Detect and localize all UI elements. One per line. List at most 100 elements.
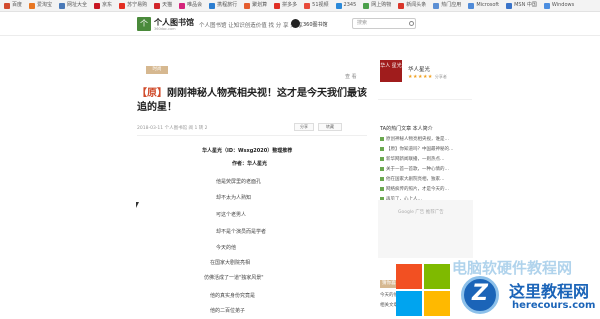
sidebar-article-link[interactable]: 网络疯传的照片，才是今天的… [380, 186, 449, 192]
sidebar-article-link[interactable]: 他在国家大剧院亮相，独家… [380, 176, 445, 182]
rating-stars: ★★★★★ 分享者 [408, 74, 447, 80]
author-avatar[interactable]: 华人 星光 [380, 60, 402, 82]
bookmark-item[interactable]: 51视频 [304, 2, 329, 9]
article-paragraph: 今天的他 [216, 245, 237, 251]
sidebar-article-link[interactable]: 原创神秘人物亮相央视，谁是… [380, 136, 449, 142]
bookmark-item[interactable]: 百度 [4, 2, 23, 9]
watermark-url: herecours.com [512, 300, 596, 311]
bookmark-item[interactable]: 新闻头条 [398, 2, 427, 9]
bookmark-label: 苏宁易购 [127, 2, 148, 8]
sidebar-list-heading: TA的热门文章 本人简介 [380, 126, 433, 132]
mouse-cursor-icon [136, 202, 139, 208]
bookmark-favicon-icon [433, 2, 440, 9]
sidebar-article-title: 他在国家大剧院亮相，独家… [386, 177, 445, 182]
bookmark-favicon-icon [59, 2, 66, 9]
bookmark-label: 唯品会 [187, 2, 203, 8]
bookmark-favicon-icon [244, 2, 251, 9]
bookmark-item[interactable]: 2345 [335, 2, 357, 9]
bookmark-label: 51视频 [312, 2, 329, 8]
bookmark-item[interactable]: 唯品会 [179, 2, 203, 9]
article-bullet-icon [380, 157, 384, 161]
article-paragraph: 他是荧屏里的老面孔 [216, 179, 262, 185]
bookmark-item[interactable]: 苏宁易购 [119, 2, 148, 9]
bookmark-favicon-icon [209, 2, 216, 9]
article-paragraph: 却不是个演员而是学者 [216, 229, 267, 235]
bookmark-item[interactable]: 网址大全 [59, 2, 87, 9]
search-input[interactable]: 搜索 [352, 18, 416, 29]
bookmark-label: 拼多多 [282, 2, 298, 8]
site-subtitle: 360doc.com [154, 27, 176, 31]
bookmark-favicon-icon [506, 2, 513, 9]
bookmark-item[interactable]: 聚划算 [244, 2, 268, 9]
user-link[interactable]: 360图书馆 [303, 21, 328, 28]
bookmark-favicon-icon [543, 2, 550, 9]
bookmark-item[interactable]: 天猫 [154, 2, 173, 9]
article-category-tag[interactable]: 时尚 [146, 66, 168, 74]
article-meta: 2018-03-11 个人图书馆 阅 1 转 2 [137, 126, 208, 131]
user-icon[interactable] [291, 19, 300, 28]
sidebar-article-link[interactable]: 【原】你知道吗？中国最神秘的… [380, 146, 454, 152]
bookmark-label: 京东 [102, 2, 113, 8]
article-bullet-icon [380, 167, 384, 171]
sidebar-article-title: 原创神秘人物亮相央视，谁是… [386, 137, 449, 142]
bookmark-favicon-icon [335, 2, 342, 9]
rating-label: 分享者 [434, 74, 447, 79]
article-paragraph: 仿佛活成了一道"独家风景" [204, 275, 264, 281]
search-icon[interactable] [409, 21, 414, 26]
bookmark-item[interactable]: MSN 中国 [506, 2, 537, 9]
bookmark-label: 爱淘宝 [37, 2, 53, 8]
save-button[interactable]: 转藏 [318, 123, 342, 131]
bookmark-label: 网上购物 [371, 2, 392, 8]
share-button[interactable]: 分享 [294, 123, 314, 131]
site-slogan: 个人图书馆 让知识创造价值 找 分 享 分 享 [199, 23, 303, 29]
bookmark-label: MSN 中国 [514, 2, 537, 8]
article-paragraph: 在国家大剧院亮相 [210, 260, 251, 266]
stars-icon: ★★★★★ [408, 74, 433, 80]
sidebar-article-link[interactable]: 新华网新闻联播，一则热点… [380, 156, 445, 162]
sidebar-article-link[interactable]: 关于一首一首歌，一种心情的… [380, 166, 449, 172]
watermark-logo-icon: Z [461, 276, 499, 314]
bookmark-favicon-icon [304, 2, 311, 9]
watermark-overlay-text: 电脑软硬件教程网 [452, 259, 573, 277]
article-bullet-icon [380, 177, 384, 181]
bookmark-favicon-icon [154, 2, 161, 9]
bookmark-label: 天猫 [162, 2, 173, 8]
bookmark-favicon-icon [119, 2, 126, 9]
ad-label: Google 广告 推荐广告 [398, 210, 444, 215]
bookmark-label: 新闻头条 [406, 2, 427, 8]
bookmark-label: Windows [551, 2, 575, 8]
article-bullet-icon [380, 147, 384, 151]
article-title: 【原】刚刚神秘人物亮相央视！这才是今天我们最该追的星！ [137, 87, 367, 115]
bookmark-favicon-icon [29, 2, 36, 9]
bookmark-favicon-icon [179, 2, 186, 9]
site-logo-icon[interactable]: 个 [137, 17, 151, 31]
bookmark-item[interactable]: 爱淘宝 [29, 2, 53, 9]
bookmark-label: 2345 [343, 2, 357, 8]
bookmark-item[interactable]: 携程旅行 [209, 2, 237, 9]
bookmark-item[interactable]: Windows [543, 2, 575, 9]
bookmark-favicon-icon [468, 2, 475, 9]
bookmark-favicon-icon [398, 2, 405, 9]
bookmark-label: 热门应用 [441, 2, 462, 8]
bookmark-item[interactable]: Microsoft [468, 2, 499, 9]
bookmark-item[interactable]: 网上购物 [363, 2, 392, 9]
windows-logo-icon [396, 264, 454, 319]
author-name[interactable]: 华人星光 [408, 65, 430, 73]
bookmark-label: 聚划算 [252, 2, 268, 8]
bookmark-favicon-icon [94, 2, 101, 9]
bookmark-favicon-icon [274, 2, 281, 9]
article-bullet-icon [380, 187, 384, 191]
sidebar-article-title: 网络疯传的照片，才是今天的… [386, 187, 449, 192]
article-paragraph: 华人星光（ID：Wsxg2020）整理推荐 [202, 148, 293, 154]
article-paragraph: 却不太为人熟知 [216, 195, 252, 201]
divider [137, 135, 367, 136]
bookmark-item[interactable]: 热门应用 [433, 2, 462, 9]
sidebar-article-title: 新华网新闻联播，一则热点… [386, 157, 445, 162]
article-paragraph: 可这个老男人 [216, 212, 247, 218]
bookmark-item[interactable]: 京东 [94, 2, 113, 9]
site-header: 个 个人图书馆 360doc.com 个人图书馆 让知识创造价值 找 分 享 分… [0, 12, 600, 36]
bookmark-label: 百度 [12, 2, 23, 8]
bookmark-favicon-icon [363, 2, 370, 9]
article-tools[interactable]: 查 看 [345, 73, 357, 80]
bookmark-item[interactable]: 拼多多 [274, 2, 298, 9]
